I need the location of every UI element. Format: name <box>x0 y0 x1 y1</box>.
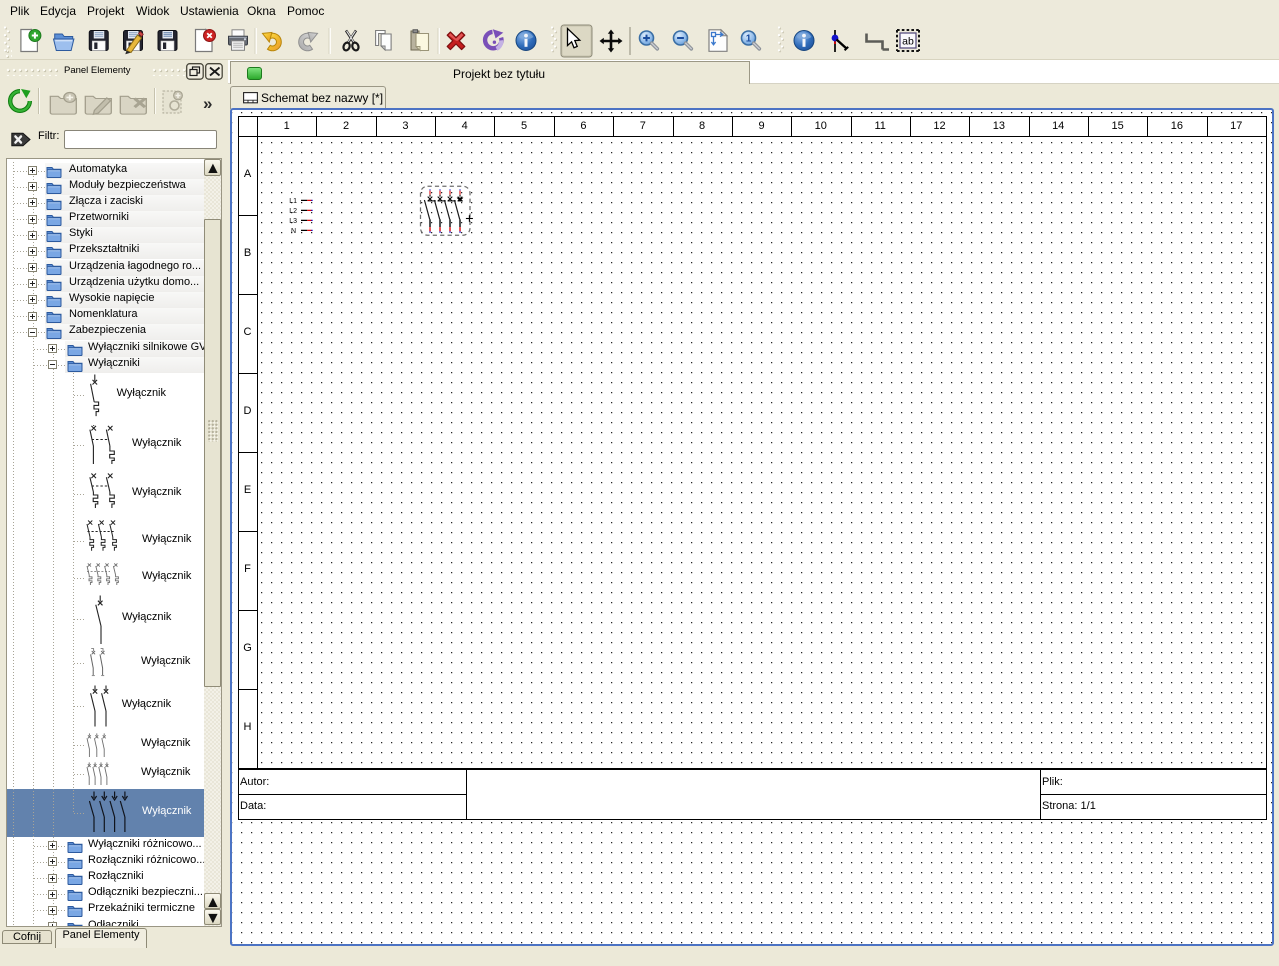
svg-text:L2: L2 <box>289 208 297 215</box>
svg-text:1: 1 <box>746 34 752 45</box>
svg-text:ab: ab <box>902 36 914 48</box>
svg-text:»: » <box>203 94 212 113</box>
svg-text:L1: L1 <box>289 198 297 205</box>
svg-text:N: N <box>291 228 296 235</box>
svg-text:L3: L3 <box>289 218 297 225</box>
